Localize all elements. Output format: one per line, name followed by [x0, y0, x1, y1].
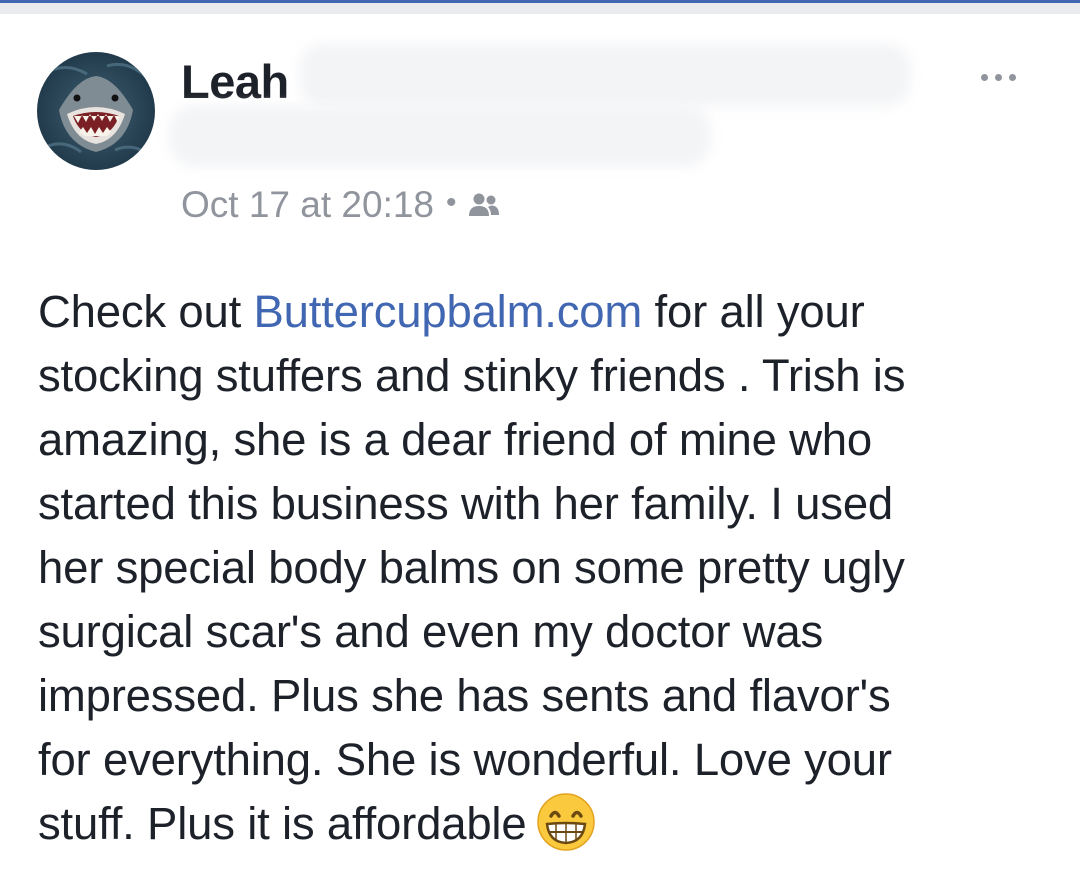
- more-options-icon: [1008, 73, 1016, 81]
- top-accent-bar: [0, 0, 1080, 3]
- post-link[interactable]: Buttercupbalm.com: [254, 286, 643, 337]
- post-line: her special body balms on some pretty ug…: [38, 542, 905, 593]
- post-line: stuff. Plus it is affordable: [38, 792, 1048, 856]
- more-options-icon: [980, 73, 988, 81]
- post-text-segment: stuff. Plus it is affordable: [38, 798, 527, 849]
- post-meta: Oct 17 at 20:18 •: [181, 184, 501, 226]
- post-body: Check out Buttercupbalm.com for all your…: [38, 280, 1048, 856]
- post-text-segment: for all your: [642, 286, 865, 337]
- author-avatar[interactable]: [37, 52, 155, 170]
- post-line: surgical scar's and even my doctor was: [38, 606, 824, 657]
- post-line: stocking stuffers and stinky friends . T…: [38, 350, 906, 401]
- more-options-button[interactable]: [968, 62, 1028, 92]
- post-line: Check out Buttercupbalm.com for all your: [38, 280, 1048, 344]
- post-line: amazing, she is a dear friend of mine wh…: [38, 414, 872, 465]
- post-line: for everything. She is wonderful. Love y…: [38, 734, 892, 785]
- author-name[interactable]: Leah: [181, 54, 289, 109]
- redaction-mark: [170, 106, 710, 166]
- post-text-segment: Check out: [38, 286, 254, 337]
- meta-separator: •: [446, 186, 457, 219]
- friends-icon: [468, 193, 499, 216]
- grinning-face-emoji-icon: [537, 793, 596, 851]
- post-timestamp[interactable]: Oct 17 at 20:18: [181, 184, 434, 226]
- more-options-icon: [994, 73, 1002, 81]
- shark-avatar-icon: [37, 52, 155, 170]
- post-line: started this business with her family. I…: [38, 478, 894, 529]
- audience-selector[interactable]: [467, 191, 501, 219]
- feed-post: Leah Oct 17 at 20:18 • Check out Butterc…: [0, 14, 1080, 869]
- redaction-mark: [300, 44, 910, 106]
- post-line: impressed. Plus she has sents and flavor…: [38, 670, 891, 721]
